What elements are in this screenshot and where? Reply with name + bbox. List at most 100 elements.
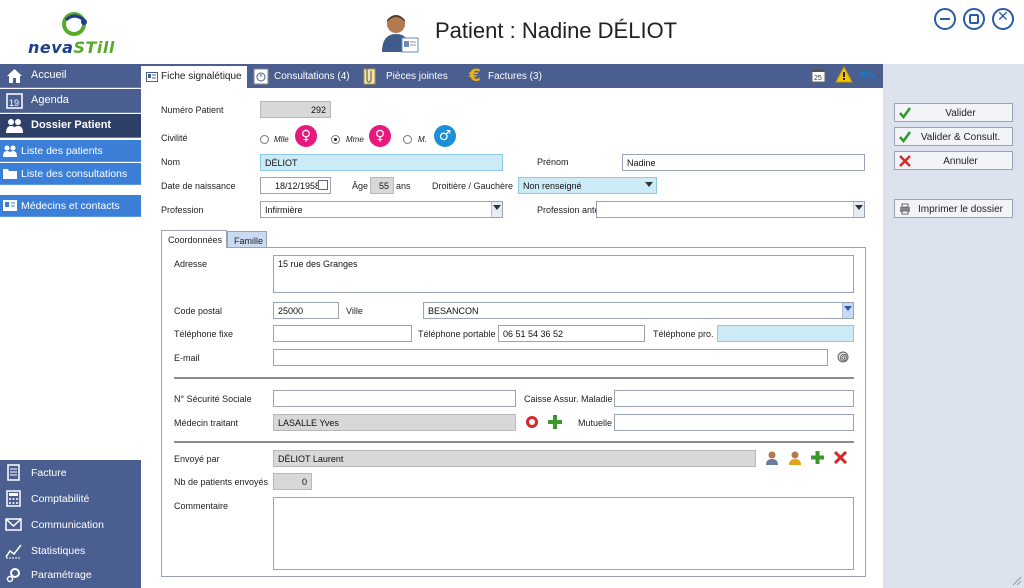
calendar-icon: 19 (6, 93, 23, 109)
envoye-par-field: DÉLIOT Laurent (273, 450, 756, 467)
nevastill-logo: nevaSTill (28, 10, 128, 57)
sidebar-item-medecins-contacts[interactable]: Médecins et contacts (0, 195, 141, 217)
code-postal-field[interactable]: 25000 (273, 302, 339, 319)
remove-doctor-icon[interactable] (526, 416, 538, 428)
settings-icon (6, 568, 20, 583)
clock-icon (253, 68, 269, 85)
male-icon: ♂ (434, 125, 456, 147)
civilite-mme-label: Mme (346, 135, 364, 144)
valider-consult-button[interactable]: Valider & Consult. (894, 127, 1013, 146)
secu-field[interactable] (273, 390, 516, 407)
chart-icon (5, 544, 22, 559)
chevron-down-icon (855, 205, 863, 210)
lateralite-select[interactable]: Non renseigné (518, 177, 657, 194)
chevron-down-icon (844, 306, 852, 311)
tab-factures[interactable]: € Factures (3) (461, 66, 545, 88)
calendar-card-icon[interactable]: 25 (811, 67, 827, 84)
back-arrow-icon[interactable] (857, 66, 879, 84)
sidebar-item-parametrage[interactable]: Paramétrage (0, 562, 141, 588)
tel-portable-field[interactable]: 06 51 54 36 52 (498, 325, 645, 342)
add-doctor-icon[interactable] (548, 415, 562, 429)
page-title: Patient : Nadine DÉLIOT (435, 18, 678, 43)
imprimer-dossier-button[interactable]: Imprimer le dossier (894, 199, 1013, 218)
sidebar-item-agenda[interactable]: 19 Agenda (0, 89, 141, 113)
medecin-label: Médecin traitant (174, 418, 239, 428)
age-label: Âge (352, 181, 369, 191)
close-icon[interactable]: ✕ (992, 8, 1014, 30)
divider (174, 377, 854, 379)
ville-select[interactable]: BESANCON (423, 302, 854, 319)
id-card-icon (146, 72, 158, 82)
folder-icon (3, 169, 17, 179)
warning-icon[interactable] (835, 65, 853, 84)
female-icon: ♀ (369, 125, 391, 147)
add-icon[interactable] (811, 451, 824, 464)
nb-envoyes-label: Nb de patients envoyés (174, 477, 269, 487)
tab-consultations[interactable]: Consultations (4) (249, 66, 357, 88)
email-label: E-mail (174, 353, 200, 363)
tel-portable-label: Téléphone portable (418, 329, 496, 339)
profession-anterieure-select[interactable] (596, 201, 865, 218)
tel-fixe-field[interactable] (273, 325, 412, 342)
civilite-mlle-radio[interactable] (260, 135, 269, 144)
divider (174, 441, 854, 443)
app-header: nevaSTill Patient : Nadine DÉLIOT ✕ (0, 0, 1024, 64)
sidebar-item-comptabilite[interactable]: Comptabilité (0, 486, 141, 512)
calendar-picker-icon[interactable] (318, 180, 328, 190)
envoye-par-label: Envoyé par (174, 454, 220, 464)
numero-patient-field: 292 (260, 101, 331, 118)
subtab-coordonnees[interactable]: Coordonnées (161, 230, 227, 248)
resize-grip-icon[interactable] (1010, 574, 1022, 586)
civilite-m-label: M. (418, 135, 427, 144)
sidebar-item-statistiques[interactable]: Statistiques (0, 538, 141, 564)
nb-envoyes-field: 0 (273, 473, 312, 490)
civilite-mme-radio[interactable] (331, 135, 340, 144)
medecin-field: LASALLE Yves (273, 414, 516, 431)
maximize-icon[interactable] (963, 8, 985, 30)
secu-label: N° Sécurité Sociale (174, 394, 252, 404)
attachment-icon (363, 68, 376, 85)
valider-button[interactable]: Valider (894, 103, 1013, 122)
sidebar-item-liste-patients[interactable]: Liste des patients (0, 140, 141, 162)
svg-text:19: 19 (9, 98, 19, 108)
calculator-icon (6, 490, 21, 507)
delete-icon[interactable] (833, 450, 848, 465)
civilite-label: Civilité (161, 133, 188, 143)
sidebar: Accueil 19 Agenda Dossier Patient Liste … (0, 64, 141, 588)
email-field[interactable] (273, 349, 828, 366)
minimize-icon[interactable] (934, 8, 956, 30)
date-naissance-label: Date de naissance (161, 181, 236, 191)
nom-label: Nom (161, 157, 181, 167)
person-edit-icon[interactable] (788, 450, 802, 466)
tel-pro-field[interactable] (717, 325, 854, 342)
prenom-field[interactable]: Nadine (622, 154, 865, 171)
mutuelle-field[interactable] (614, 414, 854, 431)
age-field: 55 (370, 177, 394, 194)
home-icon (7, 69, 22, 83)
profession-select[interactable]: Infirmière (260, 201, 503, 218)
tel-fixe-label: Téléphone fixe (174, 329, 234, 339)
person-icon[interactable] (765, 450, 779, 466)
invoice-icon (7, 464, 20, 481)
female-icon: ♀ (295, 125, 317, 147)
sidebar-item-facture[interactable]: Facture (0, 460, 141, 486)
sidebar-item-liste-consultations[interactable]: Liste des consultations (0, 163, 141, 185)
nom-field[interactable]: DÉLIOT (260, 154, 503, 171)
patient-avatar-icon (380, 12, 420, 54)
civilite-m-radio[interactable] (403, 135, 412, 144)
sidebar-item-communication[interactable]: Communication (0, 512, 141, 538)
adresse-field[interactable]: 15 rue des Granges (273, 255, 854, 293)
email-send-icon[interactable]: @ (836, 350, 850, 364)
annuler-button[interactable]: Annuler (894, 151, 1013, 170)
tab-bar: Fiche signalétique Consultations (4) Piè… (141, 64, 883, 88)
chevron-down-icon (493, 205, 501, 210)
prenom-label: Prénom (537, 157, 569, 167)
envelope-icon (5, 518, 22, 531)
caisse-field[interactable] (614, 390, 854, 407)
sidebar-item-dossier-patient[interactable]: Dossier Patient (0, 114, 141, 138)
sidebar-item-accueil[interactable]: Accueil (0, 64, 141, 88)
commentaire-field[interactable] (273, 497, 854, 570)
tab-fiche-signaletique[interactable]: Fiche signalétique (141, 66, 247, 88)
tab-pieces-jointes[interactable]: Pièces jointes (359, 66, 459, 88)
commentaire-label: Commentaire (174, 501, 229, 511)
